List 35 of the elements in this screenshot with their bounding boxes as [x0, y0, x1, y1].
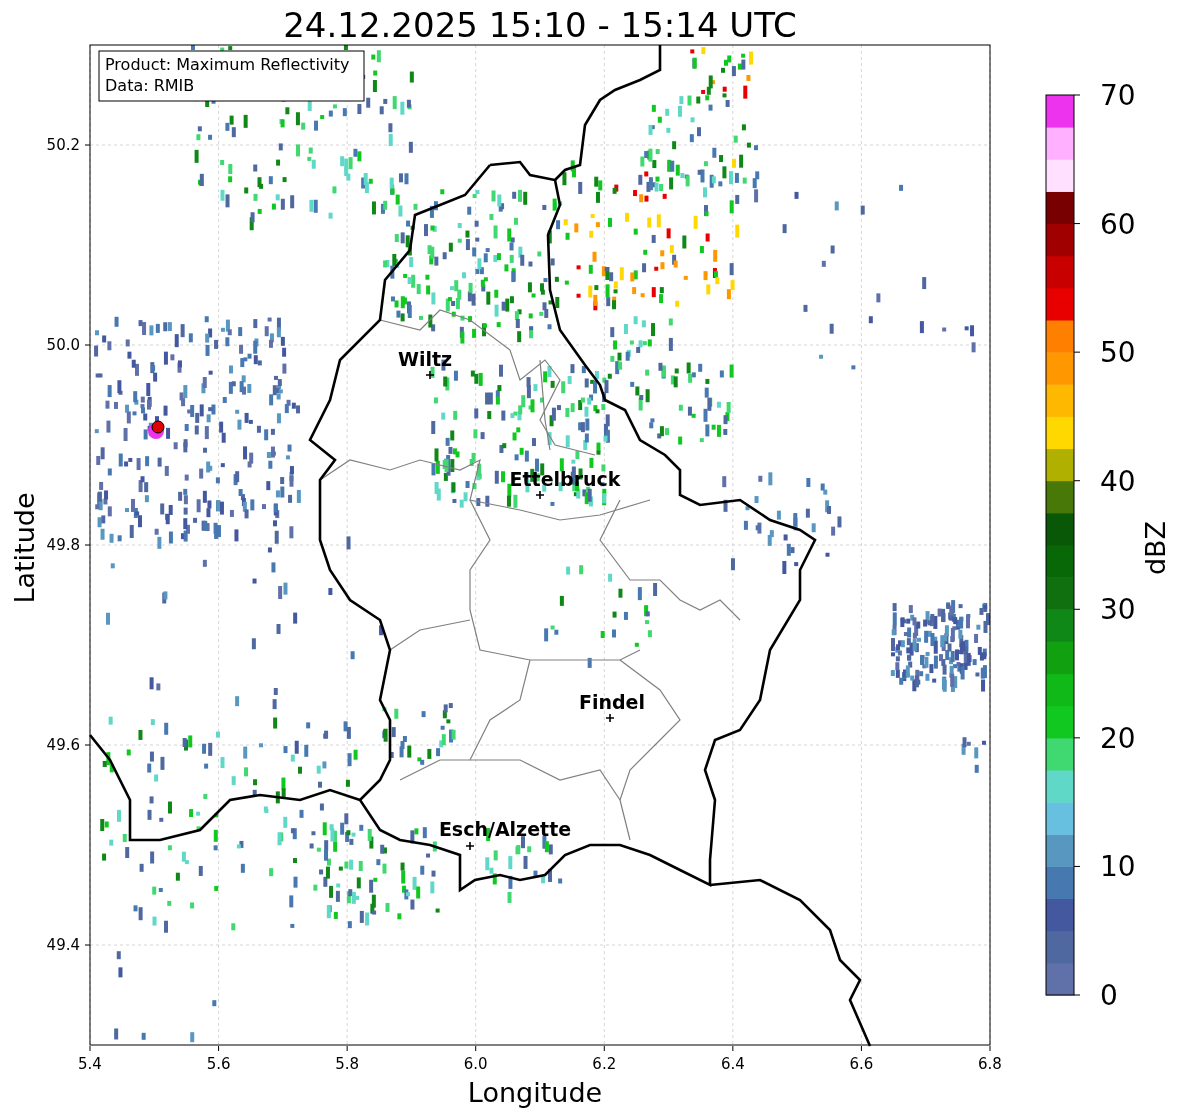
city-label: Findel [579, 691, 645, 713]
colorbar-tick-label: 70 [1100, 79, 1136, 112]
colorbar-tick-label: 10 [1100, 850, 1136, 884]
colorbar-tick-label: 20 [1100, 721, 1136, 755]
city-label: Wiltz [397, 348, 453, 370]
y-tick-label: 50.2 [46, 136, 80, 154]
city-marker-icon [465, 841, 475, 851]
x-tick-label: 6.0 [463, 1055, 488, 1073]
y-tick-label: 49.4 [46, 936, 80, 954]
city-label: Esch/Alzette [438, 818, 572, 840]
radar-site-marker [148, 420, 165, 439]
city-marker-icon [535, 490, 545, 500]
colorbar-tick-label: 30 [1100, 593, 1136, 627]
info-text: Product: Maximum Reflectivity [105, 55, 350, 74]
colorbar-tick-label: 40 [1100, 464, 1136, 498]
colorbar-label: dBZ [1140, 520, 1171, 576]
x-tick-label: 6.8 [978, 1055, 1002, 1073]
y-tick-label: 49.8 [46, 536, 80, 554]
y-tick-label: 49.6 [46, 736, 80, 754]
x-tick-label: 6.6 [849, 1055, 874, 1073]
x-tick-label: 6.4 [720, 1055, 745, 1073]
x-tick-label: 5.8 [335, 1055, 360, 1073]
x-tick-label: 5.4 [78, 1055, 102, 1073]
colorbar-tick-label: 0 [1100, 979, 1118, 1012]
colorbar-tick-label: 50 [1100, 336, 1136, 370]
info-text: Data: RMIB [105, 76, 195, 95]
chart-title: 24.12.2025 15:10 - 15:14 UTC [283, 5, 797, 45]
y-tick-label: 50.0 [46, 336, 80, 354]
x-axis-label: Longitude [467, 1077, 603, 1108]
y-axis-label: Latitude [9, 492, 40, 604]
x-tick-label: 5.6 [206, 1055, 231, 1073]
city-marker-icon [425, 370, 435, 380]
city-marker-icon [605, 713, 615, 723]
colorbar-tick-label: 60 [1100, 207, 1136, 241]
x-tick-label: 6.2 [592, 1055, 617, 1073]
